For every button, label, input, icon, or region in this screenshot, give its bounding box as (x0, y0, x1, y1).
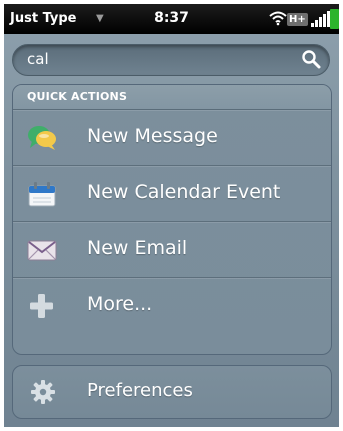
quick-action-label: More... (87, 293, 153, 315)
gear-icon (31, 380, 55, 404)
status-bar: Just Type ▼ 8:37 H+ (4, 4, 339, 34)
quick-action-more[interactable]: More... (13, 278, 331, 333)
wifi-icon (269, 11, 287, 26)
chat-bubbles-icon (28, 126, 56, 150)
screen: Just Type ▼ 8:37 H+ cal QUICK ACTIONS Ne… (4, 4, 339, 427)
quick-action-new-message[interactable]: New Message (13, 110, 331, 166)
network-type-badge: H+ (287, 13, 308, 26)
preferences-button[interactable]: Preferences (12, 365, 332, 419)
quick-action-new-email[interactable]: New Email (13, 222, 331, 278)
quick-action-label: New Message (87, 125, 218, 147)
signal-icon (311, 11, 330, 27)
preferences-label: Preferences (87, 380, 193, 401)
plus-icon (30, 294, 53, 318)
search-field[interactable]: cal (12, 44, 330, 76)
envelope-icon (27, 240, 57, 261)
quick-actions-header: QUICK ACTIONS (13, 85, 331, 110)
quick-action-label: New Email (87, 237, 188, 259)
search-input[interactable]: cal (27, 50, 49, 68)
device-frame: Just Type ▼ 8:37 H+ cal QUICK ACTIONS Ne… (0, 0, 343, 431)
quick-actions-group: QUICK ACTIONS New Message New Calendar E… (12, 84, 332, 355)
quick-action-label: New Calendar Event (87, 181, 281, 203)
battery-icon (330, 9, 339, 29)
quick-actions-header-label: QUICK ACTIONS (27, 90, 128, 103)
quick-action-new-calendar-event[interactable]: New Calendar Event (13, 166, 331, 222)
search-icon[interactable] (301, 49, 321, 69)
calendar-icon (28, 182, 56, 207)
